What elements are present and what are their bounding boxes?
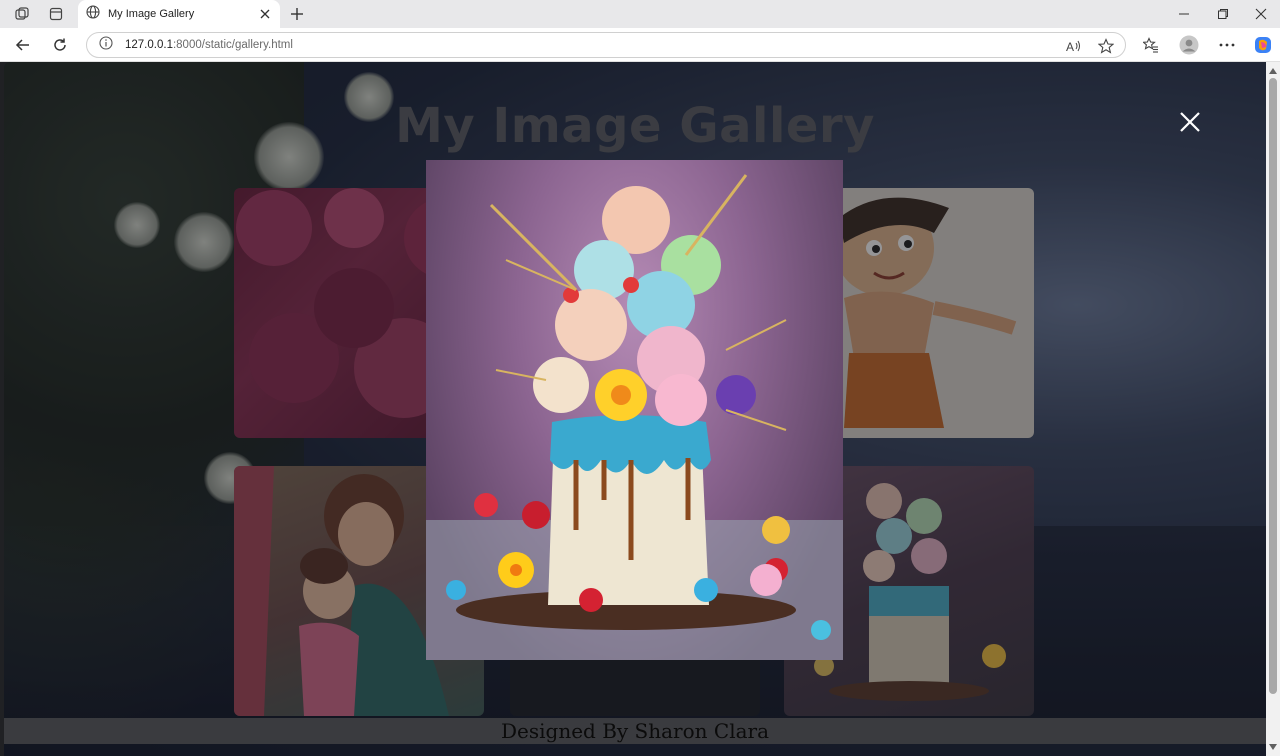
lightbox-close-icon[interactable] (1176, 108, 1204, 136)
scrollbar-thumb[interactable] (1269, 78, 1277, 694)
minimize-icon[interactable] (1173, 4, 1195, 24)
tab-actions-icon[interactable] (44, 4, 68, 24)
star-icon[interactable] (1097, 37, 1115, 55)
info-icon[interactable] (99, 35, 113, 55)
tab-title: My Image Gallery (108, 8, 195, 20)
profile-icon[interactable] (1178, 34, 1200, 56)
url-host: 127.0.0.1 (125, 39, 173, 51)
lightbox-image (426, 160, 843, 660)
workspaces-icon[interactable] (10, 4, 34, 24)
url-path: :8000/static/gallery.html (172, 39, 293, 51)
copilot-icon[interactable] (1252, 34, 1274, 56)
page-footer: Designed By Sharon Clara (4, 718, 1266, 744)
refresh-icon[interactable] (49, 34, 71, 56)
address-bar[interactable]: 127.0.0.1:8000/static/gallery.html A (86, 32, 1126, 58)
scroll-up-arrow-icon[interactable] (1269, 66, 1277, 76)
browser-toolbar: 127.0.0.1:8000/static/gallery.html A (0, 28, 1280, 62)
scroll-down-arrow-icon[interactable] (1269, 742, 1277, 752)
page-viewport: My Image Gallery Designed By Sharon Clar… (4, 62, 1266, 756)
footer-text: Designed By Sharon Clara (500, 719, 770, 743)
globe-icon (86, 4, 100, 24)
favorites-icon[interactable] (1140, 34, 1162, 56)
tab-active[interactable]: My Image Gallery (78, 0, 280, 28)
svg-text:A: A (1066, 40, 1074, 53)
read-aloud-icon[interactable]: A (1065, 37, 1083, 55)
tab-close-icon[interactable] (256, 5, 274, 23)
url-text: 127.0.0.1:8000/static/gallery.html (125, 39, 293, 51)
vertical-scrollbar[interactable] (1266, 62, 1280, 756)
more-icon[interactable] (1216, 34, 1238, 56)
window-close-icon[interactable] (1250, 4, 1272, 24)
back-arrow-icon[interactable] (12, 34, 34, 56)
tab-strip: My Image Gallery (0, 0, 1280, 28)
new-tab-plus-icon[interactable] (287, 4, 307, 24)
restore-icon[interactable] (1212, 4, 1234, 24)
